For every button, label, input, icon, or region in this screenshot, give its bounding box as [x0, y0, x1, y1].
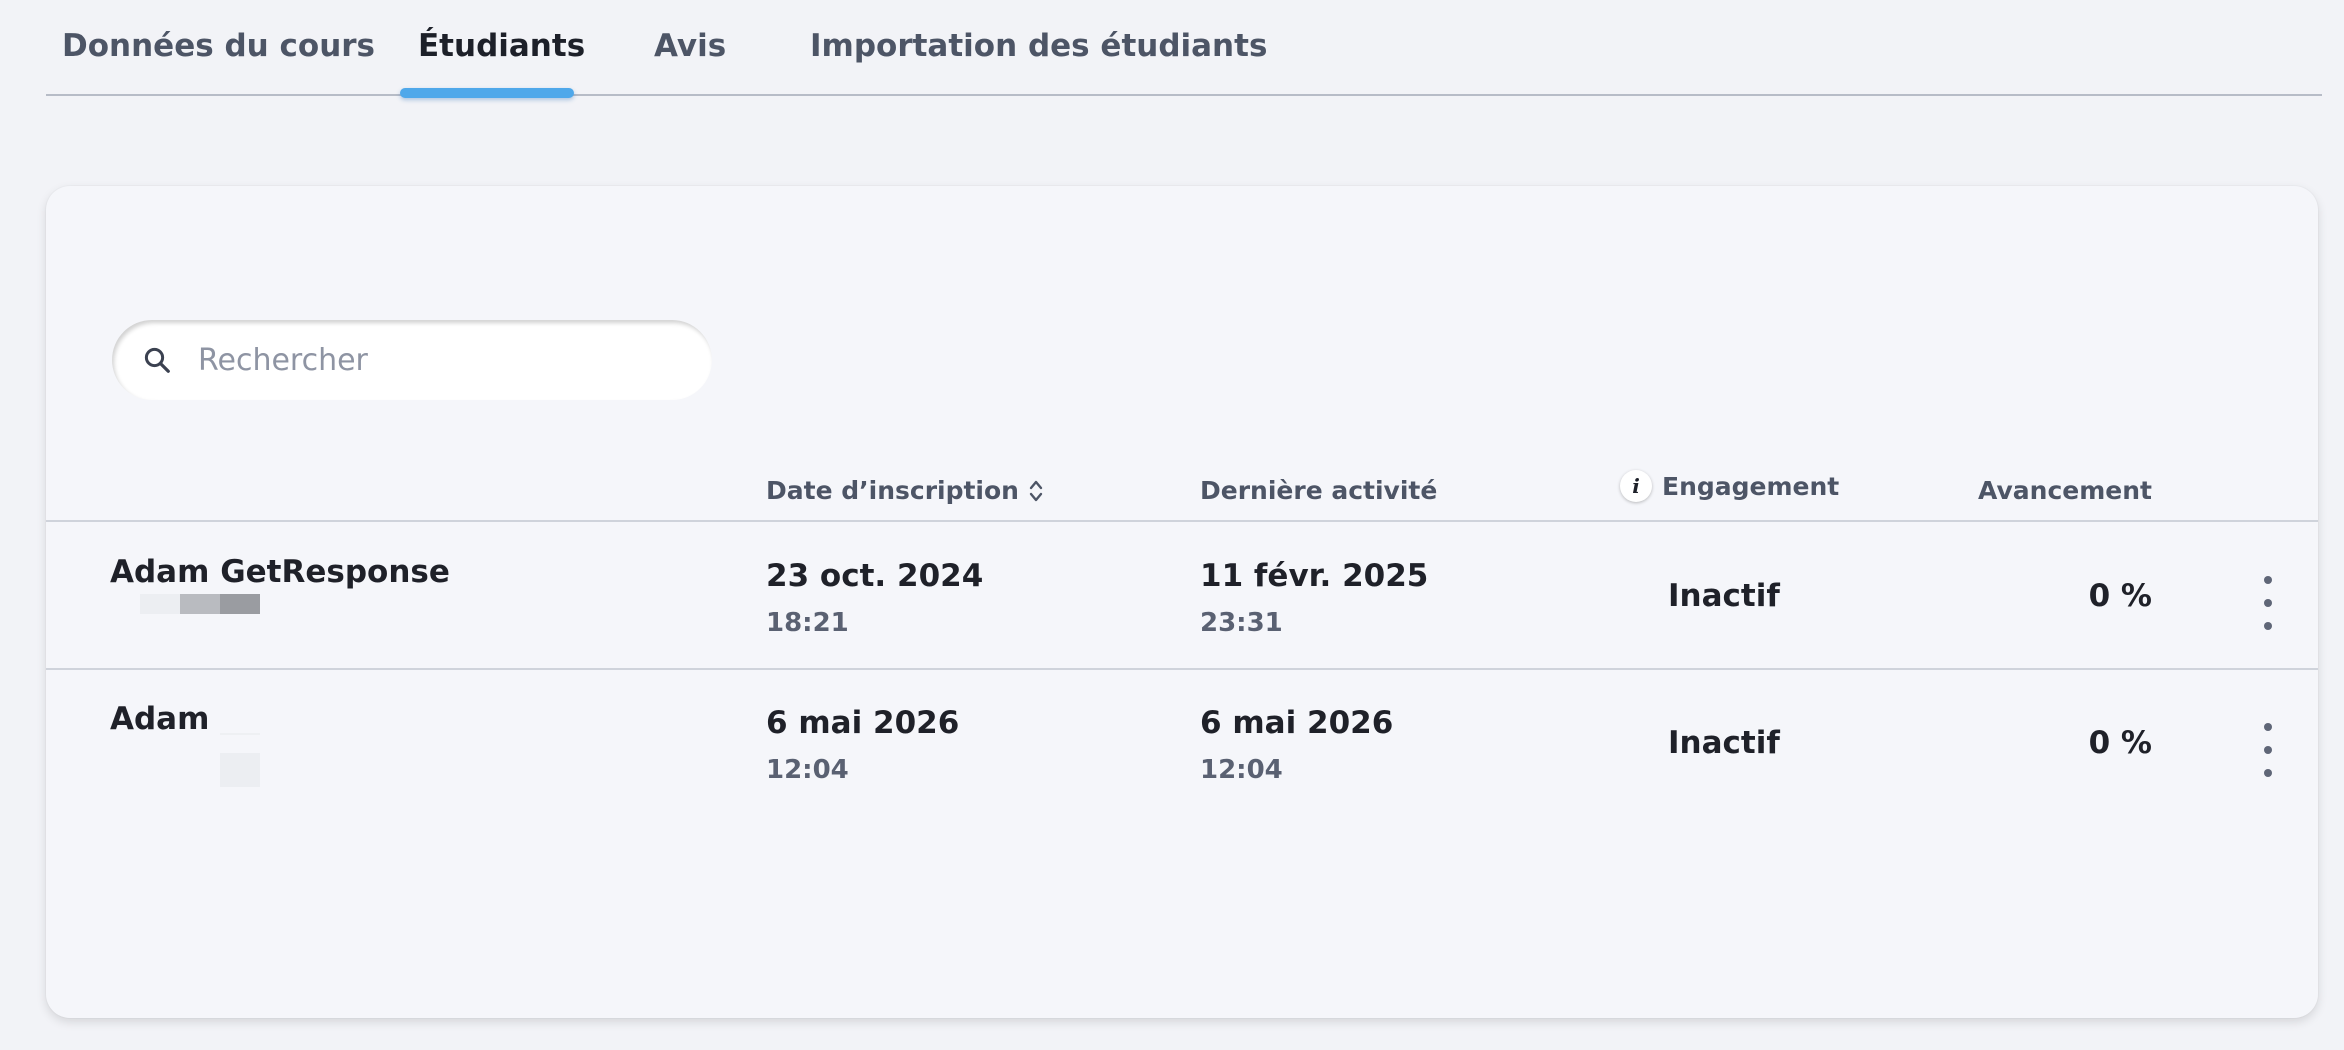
last-activity-date: 11 févr. 2025	[1200, 558, 1429, 594]
signup-time: 12:04	[766, 755, 849, 785]
sort-icon[interactable]	[1029, 479, 1043, 503]
last-activity-date: 6 mai 2026	[1200, 705, 1394, 741]
students-card: Date d’inscription Dernière activité i E…	[46, 186, 2318, 1018]
search-icon	[144, 347, 170, 373]
column-header-progress: Avancement	[1978, 476, 2152, 505]
last-activity-time: 12:04	[1200, 755, 1283, 785]
redacted-email	[140, 594, 180, 614]
signup-date: 6 mai 2026	[766, 705, 960, 741]
student-name: Adam GetResponse	[110, 554, 450, 590]
redacted-email-block-dark	[220, 594, 260, 614]
progress-value: 0 %	[2088, 578, 2152, 614]
tab-students[interactable]: Étudiants	[418, 28, 585, 96]
redacted-email	[220, 733, 260, 735]
engagement-status: Inactif	[1668, 725, 1780, 761]
column-label-engagement: Engagement	[1662, 471, 1840, 501]
info-icon[interactable]: i	[1620, 470, 1652, 502]
table-row[interactable]: Adam GetResponse 23 oct. 2024 18:21 11 f…	[46, 524, 2318, 670]
more-vertical-icon[interactable]	[2258, 723, 2278, 777]
tab-reviews[interactable]: Avis	[654, 28, 726, 96]
tab-student-import[interactable]: Importation des étudiants	[810, 28, 1267, 96]
engagement-status: Inactif	[1668, 578, 1780, 614]
signup-date: 23 oct. 2024	[766, 558, 984, 594]
table-header: Date d’inscription Dernière activité i E…	[46, 470, 2318, 522]
redacted-email-block	[180, 594, 220, 614]
page: Données du cours Étudiants Avis Importat…	[0, 0, 2344, 1050]
column-header-engagement: i Engagement	[1620, 470, 1839, 502]
active-tab-indicator	[400, 88, 574, 98]
tab-bar: Données du cours Étudiants Avis Importat…	[46, 0, 2322, 98]
redacted-email-block	[220, 753, 260, 787]
column-label-signup-date: Date d’inscription	[766, 476, 1019, 505]
column-header-last-activity: Dernière activité	[1200, 476, 1438, 505]
signup-time: 18:21	[766, 608, 849, 638]
student-name: Adam	[110, 701, 210, 737]
more-vertical-icon[interactable]	[2258, 576, 2278, 630]
search-input[interactable]	[198, 342, 678, 378]
progress-value: 0 %	[2088, 725, 2152, 761]
table-row[interactable]: Adam 6 mai 2026 12:04 6 mai 2026 12:04 I…	[46, 671, 2318, 817]
column-header-signup-date[interactable]: Date d’inscription	[766, 476, 1043, 505]
search-box[interactable]	[112, 320, 712, 400]
tab-course-data[interactable]: Données du cours	[62, 28, 375, 96]
last-activity-time: 23:31	[1200, 608, 1283, 638]
